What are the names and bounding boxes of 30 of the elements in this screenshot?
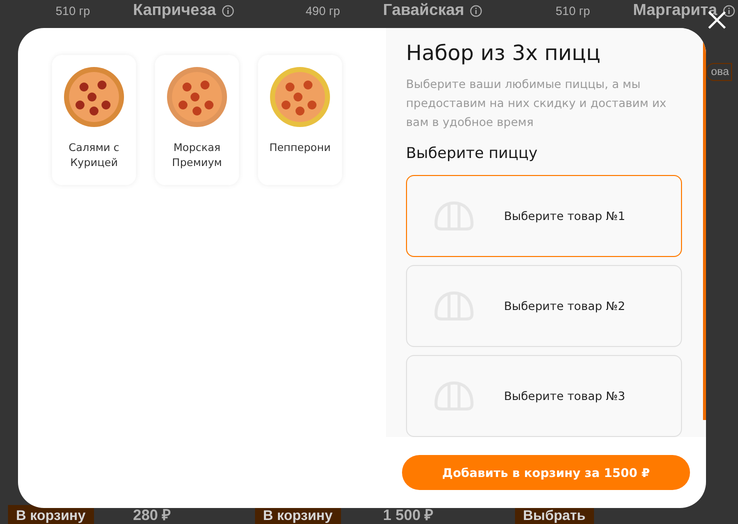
price: 280 ₽: [133, 507, 172, 524]
info-icon[interactable]: [723, 5, 736, 17]
pizza-name: Маргарита: [633, 2, 718, 20]
pizza-weight: 490 гр: [306, 4, 340, 18]
pizza-name: Капричеза: [133, 2, 216, 20]
pizza-name: Пепперони: [268, 141, 332, 156]
pizza-card[interactable]: Пепперони: [258, 55, 342, 185]
slot-label: Выберите товар №1: [504, 209, 626, 223]
pizza-card[interactable]: Морская Премиум: [155, 55, 239, 185]
pizza-name: Салями с Курицей: [68, 141, 120, 171]
pizza-card[interactable]: Салями с Курицей: [52, 55, 136, 185]
slot-label: Выберите товар №2: [504, 299, 626, 313]
product-slot[interactable]: Выберите товар №2: [406, 265, 682, 347]
info-icon[interactable]: [222, 5, 234, 17]
product-slot[interactable]: Выберите товар №3: [406, 355, 682, 437]
section-heading: Выберите пиццу: [406, 144, 538, 162]
pizza-drawing: [268, 65, 332, 129]
pizza-name: Гавайская: [383, 2, 464, 20]
product-slot[interactable]: Выберите товар №1: [406, 175, 682, 257]
price: 1 500 ₽: [383, 507, 435, 524]
slot-label: Выберите товар №3: [504, 389, 626, 403]
pizza-drawing: [62, 65, 126, 129]
pizza-weight: 510 гр: [56, 4, 90, 18]
pizza-name: Морская Премиум: [171, 141, 223, 171]
modal-description: Выберите ваши любимые пиццы, а мы предоставим на них скидку и доставим их вам в удобное время: [406, 76, 668, 131]
scrollbar-thumb[interactable]: [703, 40, 706, 420]
info-icon[interactable]: [470, 5, 482, 17]
modal-title: Набор из 3х пицц: [406, 41, 602, 65]
pizza-weight: 510 гр: [556, 4, 590, 18]
pizza-drawing: [165, 65, 229, 129]
